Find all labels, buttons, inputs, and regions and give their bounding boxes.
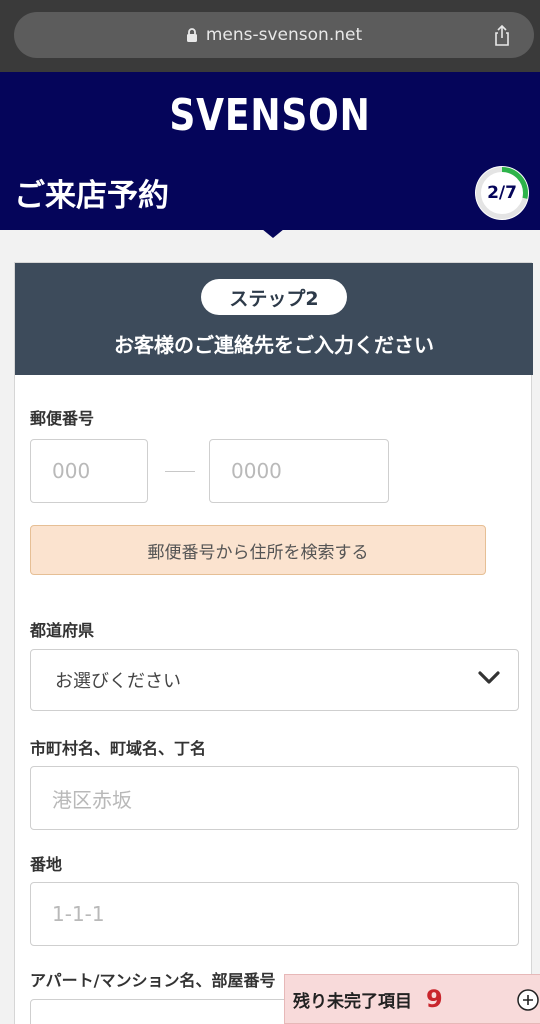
step-badge: ステップ2 (201, 279, 347, 315)
site-header: SVENSON ご来店予約 2/7 (0, 72, 540, 230)
url-text: mens-svenson.net (205, 25, 363, 45)
remaining-count: 9 (426, 985, 443, 1013)
remaining-label: 残り未完了項目 (293, 991, 412, 1012)
step-header: ステップ2 お客様のご連絡先をご入力ください (15, 263, 533, 375)
postal-code-label: 郵便番号 (30, 409, 95, 428)
postal-code-first-input[interactable]: 000 (30, 439, 148, 503)
city-label: 市町村名、町域名、丁名 (30, 739, 207, 758)
page-title: ご来店予約 (14, 178, 169, 214)
browser-toolbar: mens-svenson.net (0, 0, 540, 72)
plus-circle-icon[interactable] (516, 988, 540, 1012)
postal-code-second-input[interactable]: 0000 (209, 439, 389, 503)
header-caret (262, 229, 284, 238)
step-heading: お客様のご連絡先をご入力ください (114, 333, 434, 357)
prefecture-label: 都道府県 (30, 621, 95, 640)
share-icon[interactable] (490, 24, 514, 48)
prefecture-selected-value: お選びください (55, 671, 181, 692)
address-bar[interactable]: mens-svenson.net (14, 12, 534, 58)
lock-icon (186, 28, 197, 42)
svenson-logo[interactable]: SVENSON (49, 90, 492, 141)
remaining-items-bar[interactable]: 残り未完了項目 9 (284, 974, 540, 1024)
progress-label: 2/7 (487, 183, 517, 203)
postal-dash (165, 471, 195, 472)
chevron-down-icon (478, 671, 500, 684)
block-label: 番地 (30, 855, 63, 874)
form-card: ステップ2 お客様のご連絡先をご入力ください 郵便番号 000 0000 郵便番… (14, 262, 533, 1024)
address-search-button[interactable]: 郵便番号から住所を検索する (30, 525, 486, 575)
block-input[interactable]: 1-1-1 (30, 882, 519, 946)
city-input[interactable]: 港区赤坂 (30, 766, 519, 830)
apartment-label: アパート/マンション名、部屋番号 (30, 971, 276, 990)
prefecture-select[interactable]: お選びください (30, 649, 519, 711)
